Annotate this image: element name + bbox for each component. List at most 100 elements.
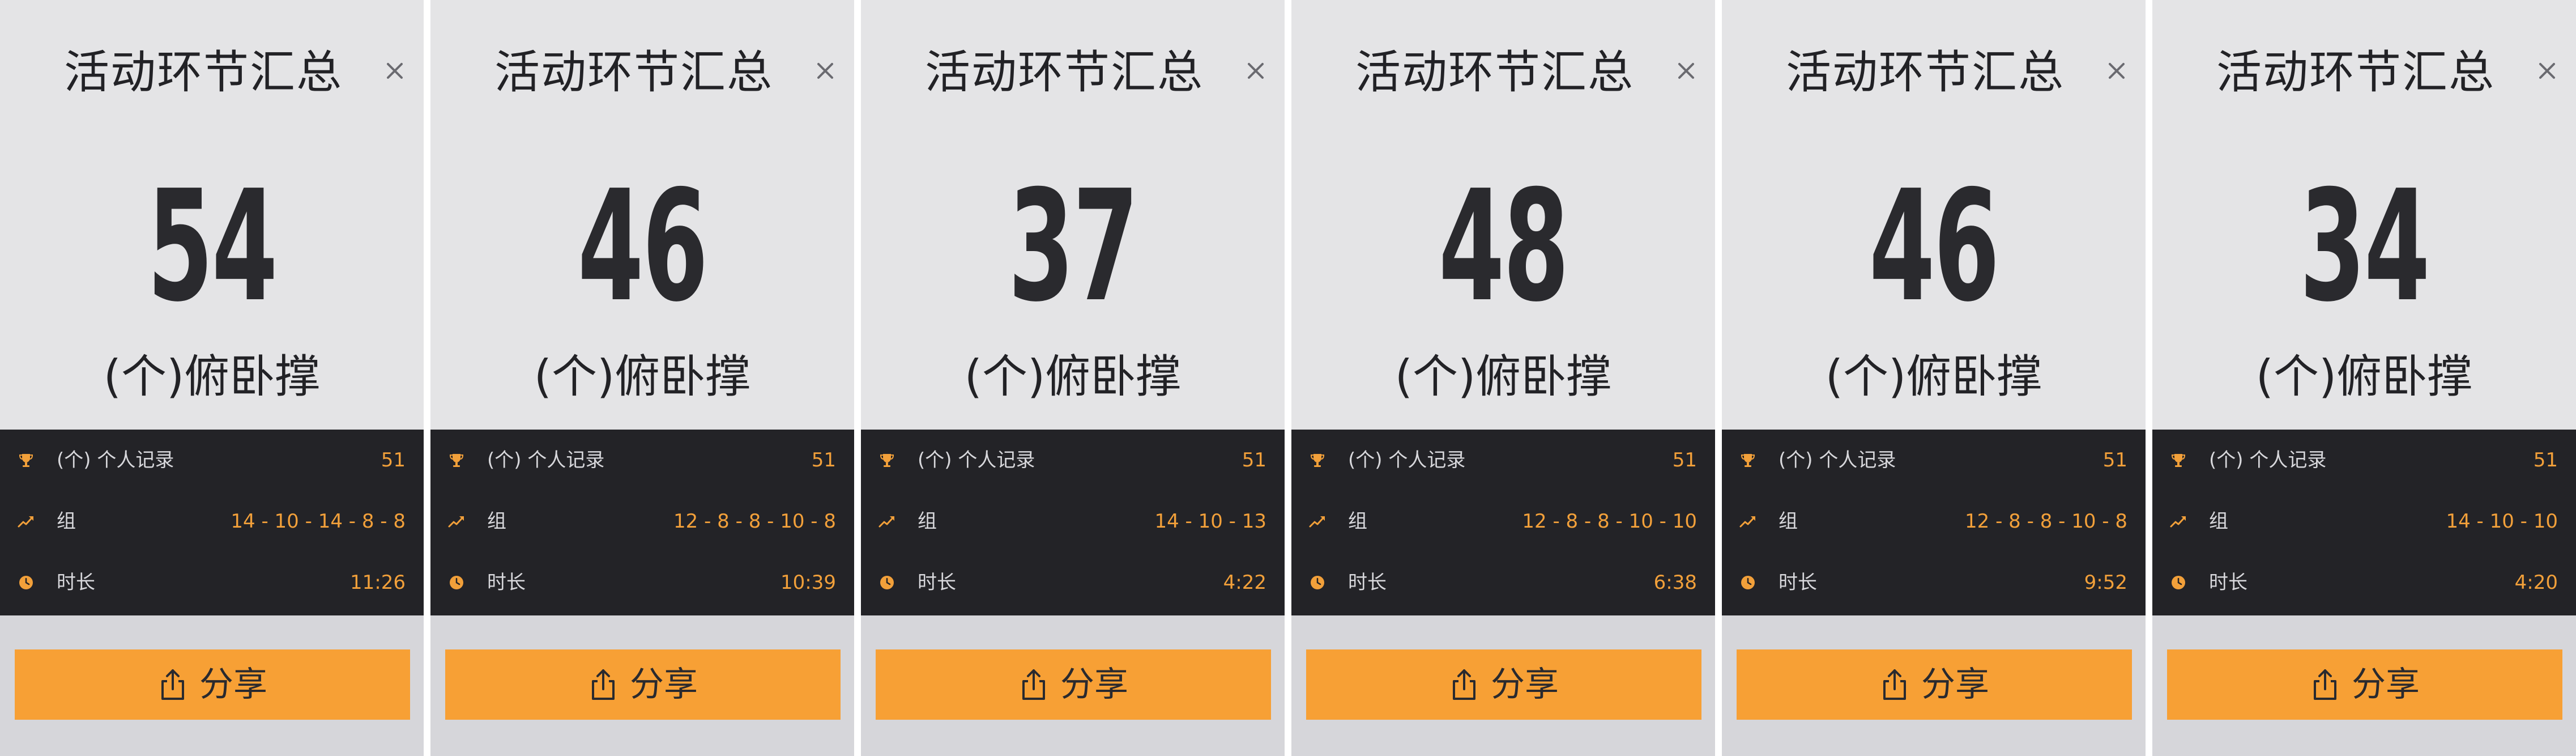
sets-label: 组 <box>1348 510 1367 533</box>
activity-summary-panel: 活动环节汇总 46 (个)俯卧撑 (个) 个人记录 51 组 12 - 8 - … <box>1722 0 2146 756</box>
duration-label: 时长 <box>918 571 956 594</box>
summary-header: 活动环节汇总 34 (个)俯卧撑 <box>2152 0 2576 430</box>
close-icon[interactable] <box>1672 57 1700 85</box>
stat-row-sets: 组 12 - 8 - 8 - 10 - 8 <box>1722 491 2146 552</box>
activity-summary-panel: 活动环节汇总 34 (个)俯卧撑 (个) 个人记录 51 组 14 - 10 -… <box>2152 0 2576 756</box>
record-value: 51 <box>1242 449 1266 472</box>
close-icon[interactable] <box>1242 57 1270 85</box>
duration-value: 4:22 <box>1223 571 1266 594</box>
stat-row-record: (个) 个人记录 51 <box>430 430 854 491</box>
stats-list: (个) 个人记录 51 组 12 - 8 - 8 - 10 - 8 <box>430 430 854 615</box>
record-label: (个) 个人记录 <box>1779 449 1896 472</box>
rep-count: 46 <box>1869 157 1999 335</box>
share-button[interactable]: 分享 <box>2167 649 2562 720</box>
share-label: 分享 <box>199 665 267 703</box>
trend-up-icon <box>1308 512 1327 530</box>
sets-label: 组 <box>487 510 506 533</box>
share-button[interactable]: 分享 <box>1306 649 1701 720</box>
share-area: 分享 <box>430 615 854 756</box>
close-icon[interactable] <box>381 57 409 85</box>
clock-icon <box>447 574 466 592</box>
sets-value: 14 - 10 - 14 - 8 - 8 <box>231 510 406 533</box>
rep-count: 37 <box>1008 157 1138 335</box>
sets-value: 12 - 8 - 8 - 10 - 8 <box>1965 510 2127 533</box>
share-button[interactable]: 分享 <box>15 649 410 720</box>
activity-summary-panel: 活动环节汇总 37 (个)俯卧撑 (个) 个人记录 51 组 14 - 10 -… <box>861 0 1285 756</box>
stat-row-duration: 时长 11:26 <box>0 552 424 613</box>
record-label: (个) 个人记录 <box>57 449 174 472</box>
share-button[interactable]: 分享 <box>445 649 841 720</box>
exercise-name: (个)俯卧撑 <box>103 350 321 403</box>
share-icon <box>1879 668 1910 702</box>
trophy-icon <box>878 451 896 469</box>
clock-icon <box>878 574 896 592</box>
summary-header: 活动环节汇总 46 (个)俯卧撑 <box>430 0 854 430</box>
record-label: (个) 个人记录 <box>918 449 1035 472</box>
rep-count: 34 <box>2299 157 2430 335</box>
duration-value: 10:39 <box>781 571 836 594</box>
share-icon <box>1449 668 1479 702</box>
duration-value: 6:38 <box>1653 571 1697 594</box>
exercise-name: (个)俯卧撑 <box>534 350 751 403</box>
exercise-name: (个)俯卧撑 <box>2255 350 2473 403</box>
sets-label: 组 <box>2209 510 2228 533</box>
exercise-name: (个)俯卧撑 <box>1825 350 2042 403</box>
sets-label: 组 <box>918 510 937 533</box>
record-value: 51 <box>2533 449 2558 472</box>
clock-icon <box>17 574 35 592</box>
clock-icon <box>2169 574 2187 592</box>
stats-list: (个) 个人记录 51 组 14 - 10 - 14 - 8 - 8 时长 11… <box>0 430 424 615</box>
stats-list: (个) 个人记录 51 组 12 - 8 - 8 - 10 - 8 <box>1722 430 2146 615</box>
share-icon <box>2310 668 2340 702</box>
stat-row-duration: 时长 9:52 <box>1722 552 2146 613</box>
stat-row-duration: 时长 4:22 <box>861 552 1285 613</box>
duration-label: 时长 <box>57 571 95 594</box>
close-icon[interactable] <box>811 57 839 85</box>
rep-count: 46 <box>577 157 708 335</box>
share-button[interactable]: 分享 <box>876 649 1271 720</box>
clock-icon <box>1739 574 1757 592</box>
summary-header: 活动环节汇总 46 (个)俯卧撑 <box>1722 0 2146 430</box>
stat-row-sets: 组 14 - 10 - 13 <box>861 491 1285 552</box>
duration-label: 时长 <box>487 571 526 594</box>
summary-panels: 活动环节汇总 54 (个)俯卧撑 (个) 个人记录 51 组 14 - 10 -… <box>0 0 2576 756</box>
duration-label: 时长 <box>2209 571 2247 594</box>
sets-value: 12 - 8 - 8 - 10 - 10 <box>1522 510 1697 533</box>
duration-value: 4:20 <box>2514 571 2558 594</box>
summary-header: 活动环节汇总 48 (个)俯卧撑 <box>1291 0 1715 430</box>
exercise-name: (个)俯卧撑 <box>1394 350 1612 403</box>
stat-row-record: (个) 个人记录 51 <box>0 430 424 491</box>
panel-title: 活动环节汇总 <box>1355 46 1634 99</box>
trend-up-icon <box>17 512 35 530</box>
sets-label: 组 <box>57 510 76 533</box>
stat-row-record: (个) 个人记录 51 <box>1291 430 1715 491</box>
trend-up-icon <box>2169 512 2187 530</box>
duration-value: 11:26 <box>350 571 406 594</box>
share-area: 分享 <box>2152 615 2576 756</box>
share-area: 分享 <box>861 615 1285 756</box>
share-button[interactable]: 分享 <box>1737 649 2132 720</box>
exercise-name: (个)俯卧撑 <box>964 350 1182 403</box>
share-label: 分享 <box>1921 665 1989 703</box>
sets-value: 12 - 8 - 8 - 10 - 8 <box>673 510 836 533</box>
activity-summary-panel: 活动环节汇总 54 (个)俯卧撑 (个) 个人记录 51 组 14 - 10 -… <box>0 0 424 756</box>
trend-up-icon <box>878 512 896 530</box>
trophy-icon <box>1739 451 1757 469</box>
stats-list: (个) 个人记录 51 组 14 - 10 - 10 时长 4:20 <box>2152 430 2576 615</box>
duration-label: 时长 <box>1779 571 1817 594</box>
stat-row-duration: 时长 10:39 <box>430 552 854 613</box>
stat-row-sets: 组 12 - 8 - 8 - 10 - 8 <box>430 491 854 552</box>
clock-icon <box>1308 574 1327 592</box>
share-label: 分享 <box>1491 665 1559 703</box>
stat-row-sets: 组 12 - 8 - 8 - 10 - 10 <box>1291 491 1715 552</box>
stats-list: (个) 个人记录 51 组 12 - 8 - 8 - 10 - 10 时长 6:… <box>1291 430 1715 615</box>
trophy-icon <box>1308 451 1327 469</box>
stat-row-record: (个) 个人记录 51 <box>1722 430 2146 491</box>
stat-row-record: (个) 个人记录 51 <box>861 430 1285 491</box>
sets-label: 组 <box>1779 510 1798 533</box>
stat-row-sets: 组 14 - 10 - 10 <box>2152 491 2576 552</box>
close-icon[interactable] <box>2102 57 2131 85</box>
panel-title: 活动环节汇总 <box>2216 46 2495 99</box>
close-icon[interactable] <box>2533 57 2561 85</box>
activity-summary-panel: 活动环节汇总 48 (个)俯卧撑 (个) 个人记录 51 组 12 - 8 - … <box>1291 0 1715 756</box>
